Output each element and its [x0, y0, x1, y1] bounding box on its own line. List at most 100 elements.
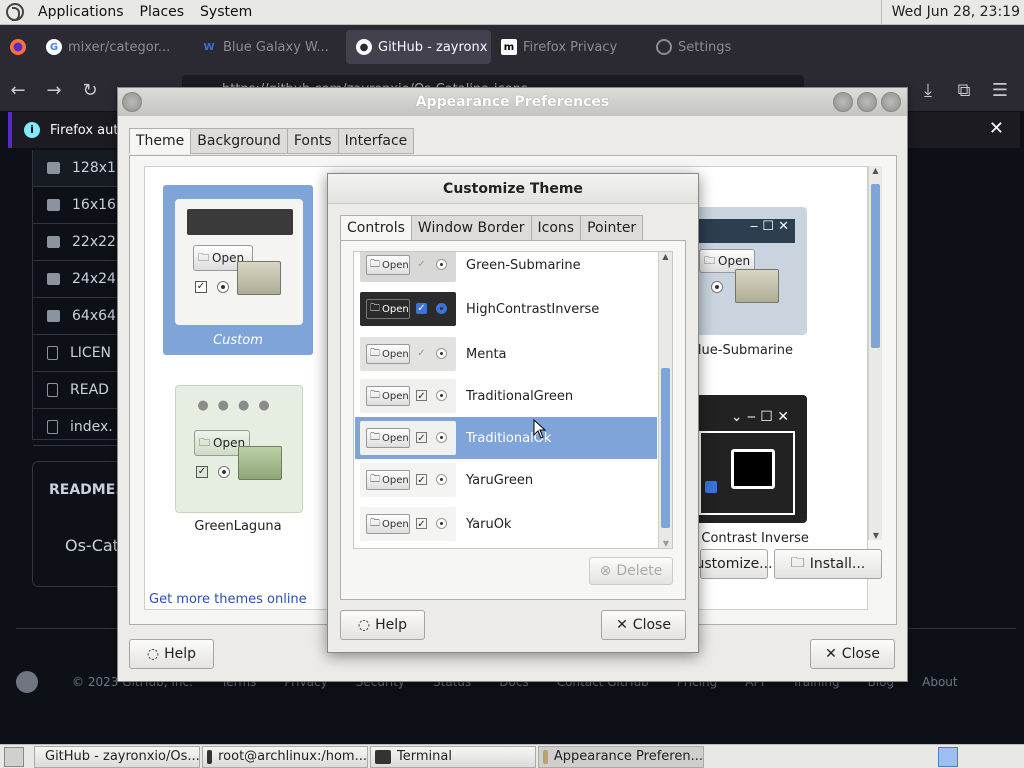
- tab-theme[interactable]: Theme: [129, 128, 192, 154]
- theme-preview: ⌄ ‒ ☐ ✕: [695, 395, 807, 523]
- clock[interactable]: Wed Jun 28, 23:19: [880, 0, 1024, 25]
- theme-label: GreenLaguna: [194, 519, 282, 534]
- back-arrow-icon[interactable]: ←: [0, 80, 36, 101]
- tab-window-border[interactable]: Window Border: [410, 215, 532, 241]
- list-item[interactable]: 🗀 Open ✓ TraditionalGreen: [355, 375, 657, 417]
- menu-places[interactable]: Places: [132, 4, 193, 20]
- folder-icon: [47, 236, 60, 248]
- browser-tab[interactable]: m Firefox Privacy: [491, 30, 646, 64]
- theme-gallery-scrollbar[interactable]: ▲ ▼: [868, 166, 882, 540]
- list-item[interactable]: index.: [33, 409, 119, 446]
- preview-titlebar: ‒ ☐ ✕: [695, 219, 795, 243]
- browser-tab[interactable]: Gmixer/categor...: [36, 30, 191, 64]
- window-title: Appearance Preferences: [415, 94, 610, 110]
- control-preview: 🗀 Open ✓: [360, 463, 456, 497]
- gear-icon: [656, 39, 672, 55]
- mouse-pointer-icon: [533, 419, 547, 439]
- folder-icon: [47, 162, 60, 174]
- list-item[interactable]: 16x16: [33, 187, 119, 224]
- folder-icon: [47, 273, 60, 285]
- terminal-icon: [207, 749, 213, 764]
- tab-interface[interactable]: Interface: [337, 128, 415, 154]
- folder-icon: 🗀: [790, 555, 805, 571]
- close-icon: ✕: [616, 617, 628, 633]
- tab-pointer[interactable]: Pointer: [580, 215, 644, 241]
- taskbar-item-root-terminal[interactable]: root@archlinux:/hom...: [202, 745, 368, 768]
- help-button[interactable]: ◌ Help: [129, 639, 214, 669]
- list-item[interactable]: 22x22: [33, 224, 119, 261]
- wallpaper-site-icon: W: [203, 41, 215, 53]
- close-icon: ✕: [825, 646, 837, 662]
- install-button[interactable]: 🗀 Install...: [774, 549, 882, 579]
- list-item[interactable]: 64x64: [33, 298, 119, 335]
- taskbar-item-appearance[interactable]: Appearance Preferen...: [538, 745, 704, 768]
- file-icon: [47, 383, 58, 397]
- file-icon: [47, 346, 58, 360]
- scroll-thumb[interactable]: [661, 368, 670, 528]
- more-themes-link[interactable]: Get more themes online: [149, 592, 307, 607]
- menu-applications[interactable]: Applications: [30, 4, 132, 20]
- tab-controls[interactable]: Controls: [340, 215, 412, 241]
- tab-icons[interactable]: Icons: [530, 215, 582, 241]
- radio-icon: [218, 466, 230, 478]
- dialog-titlebar[interactable]: Customize Theme: [328, 174, 698, 204]
- controls-theme-list: 🗀 Open ✓ Green-Submarine 🗀 Open ✓ HighContra…: [353, 251, 673, 549]
- tab-fonts[interactable]: Fonts: [286, 128, 339, 154]
- extensions-icon[interactable]: ⧉: [946, 80, 982, 101]
- window-close-button[interactable]: [881, 92, 901, 112]
- appearance-tabs: Theme Background Fonts Interface: [129, 128, 415, 154]
- list-item[interactable]: LICEN: [33, 335, 119, 372]
- taskbar-item-terminal[interactable]: Terminal: [370, 745, 536, 768]
- dialog-close-button[interactable]: ✕ Close: [601, 610, 686, 640]
- window-titlebar[interactable]: Appearance Preferences: [118, 88, 907, 116]
- theme-item-greenlaguna[interactable]: ●●●● 🗀 Open ✓ GreenLaguna: [163, 385, 313, 545]
- workspace-switcher[interactable]: [938, 747, 958, 767]
- menu-system[interactable]: System: [192, 4, 260, 20]
- folder-icon: [735, 269, 779, 303]
- show-desktop-icon[interactable]: [4, 746, 24, 767]
- preview-titlebar: ●●●●: [197, 398, 279, 413]
- list-item[interactable]: 🗀 Open ✓ Menta: [355, 333, 657, 375]
- list-item[interactable]: 🗀 Open ✓ YaruGreen: [355, 459, 657, 501]
- download-icon[interactable]: ⤓: [910, 80, 946, 101]
- list-item-selected[interactable]: 🗀 Open ✓ TraditionalOk: [355, 417, 657, 459]
- firefox-icon[interactable]: [0, 38, 36, 56]
- theme-label: Custom: [213, 333, 263, 348]
- scroll-thumb[interactable]: [871, 184, 880, 348]
- browser-tab[interactable]: W Blue Galaxy W...: [191, 30, 346, 64]
- maximize-button[interactable]: [857, 92, 877, 112]
- theme-item-high-contrast-inverse[interactable]: ⌄ ‒ ☐ ✕ n Contrast Inverse: [689, 395, 835, 555]
- close-icon[interactable]: ✕: [989, 118, 1004, 139]
- delete-button[interactable]: ⊗ Delete: [589, 557, 673, 585]
- google-icon: G: [46, 39, 62, 55]
- list-item[interactable]: 🗀 Open ✓ HighContrastInverse: [355, 288, 657, 330]
- list-item[interactable]: 🗀 Open ✓ Green-Submarine: [355, 252, 657, 286]
- forward-arrow-icon[interactable]: →: [36, 80, 72, 101]
- delete-icon: ⊗: [599, 563, 612, 579]
- close-button[interactable]: ✕ Close: [810, 639, 895, 669]
- tab-background[interactable]: Background: [190, 128, 288, 154]
- minimize-button[interactable]: [833, 92, 853, 112]
- controls-list-scrollbar[interactable]: ▲ ▼: [658, 252, 672, 548]
- theme-item-custom[interactable]: 🗀 Open ✓ Custom: [163, 185, 313, 355]
- list-item[interactable]: 128x1: [33, 150, 119, 187]
- github-logo-icon[interactable]: [16, 671, 38, 693]
- radio-icon: [217, 281, 229, 293]
- window-menu-button[interactable]: [122, 92, 142, 112]
- list-item[interactable]: 🗀 Open ✓ YaruOk: [355, 503, 657, 545]
- distro-logo-icon[interactable]: [6, 3, 24, 21]
- theme-preview: ●●●● 🗀 Open ✓: [175, 385, 303, 513]
- list-item[interactable]: 24x24: [33, 261, 119, 298]
- customize-button[interactable]: ustomize...: [695, 549, 773, 579]
- hamburger-menu-icon[interactable]: ☰: [982, 80, 1018, 101]
- folder-icon: [47, 310, 60, 322]
- footer-link[interactable]: About: [922, 675, 957, 689]
- theme-label: n Contrast Inverse: [689, 531, 809, 546]
- dialog-help-button[interactable]: ◌ Help: [340, 610, 425, 640]
- browser-tab-active[interactable]: ● GitHub - zayronx: [346, 30, 491, 64]
- browser-tab[interactable]: Settings: [646, 30, 801, 64]
- list-item[interactable]: READ: [33, 372, 119, 409]
- reload-icon[interactable]: ↻: [72, 80, 108, 101]
- taskbar-item-firefox[interactable]: GitHub - zayronxio/Os...: [34, 745, 200, 768]
- theme-item-blue-submarine[interactable]: ‒ ☐ ✕ 🗀 Open Blue-Submarine: [689, 207, 815, 358]
